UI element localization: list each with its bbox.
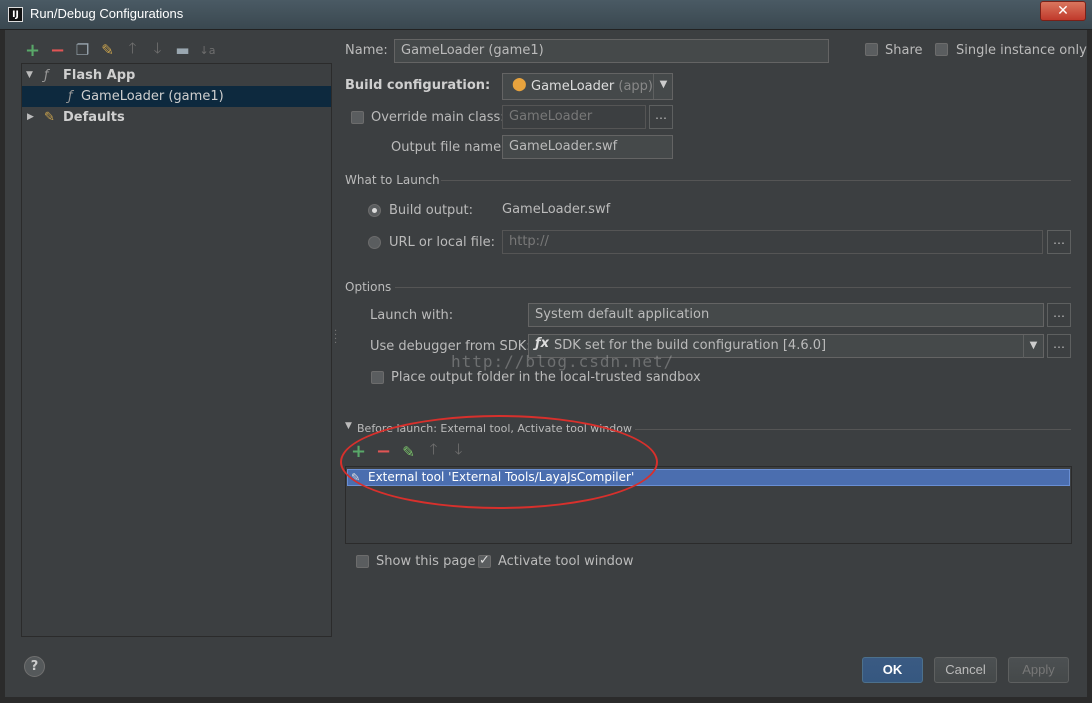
tree-item-label: GameLoader (game1) (81, 89, 224, 104)
launch-with-input[interactable]: System default application (528, 303, 1044, 327)
cancel-button[interactable]: Cancel (934, 657, 997, 683)
dialog-body: + − ❐ ✎ 🡑 🡓 ▬ ↓a ▼ ƒ Flash App ƒ GameLoa… (5, 30, 1087, 697)
flex-sdk-icon: ƒx (535, 336, 550, 351)
tree-item-flash-app[interactable]: ▼ ƒ Flash App (22, 65, 331, 86)
close-button[interactable]: ✕ (1040, 1, 1086, 21)
debugger-browse-button[interactable]: … (1047, 334, 1071, 358)
what-to-launch-title: What to Launch (345, 173, 440, 187)
flash-module-icon: ⬤ (512, 77, 527, 92)
tree-item-defaults[interactable]: ▶ ✎ Defaults (22, 107, 331, 128)
override-main-input[interactable]: GameLoader (502, 105, 646, 129)
output-file-input[interactable]: GameLoader.swf (502, 135, 673, 159)
title-bar: IJ Run/Debug Configurations ✕ (0, 0, 1092, 30)
ok-button[interactable]: OK (862, 657, 923, 683)
url-browse-button[interactable]: … (1047, 230, 1071, 254)
launch-with-browse-button[interactable]: … (1047, 303, 1071, 327)
apply-button[interactable]: Apply (1008, 657, 1069, 683)
launch-with-label: Launch with: (370, 308, 454, 323)
add-icon[interactable]: + (23, 40, 42, 61)
folder-icon[interactable]: ▬ (173, 41, 192, 60)
configuration-tree[interactable]: ▼ ƒ Flash App ƒ GameLoader (game1) ▶ ✎ D… (21, 63, 332, 637)
output-file-label: Output file name: (391, 140, 506, 155)
section-divider (441, 180, 1071, 181)
override-main-label: Override main class: (371, 110, 505, 125)
activate-tool-window-label: Activate tool window (498, 554, 634, 569)
activate-tool-window-checkbox[interactable] (478, 553, 491, 568)
options-title: Options (345, 280, 392, 294)
sort-icon[interactable]: ↓a (198, 41, 217, 60)
wrench-icon: ✎ (44, 110, 55, 125)
remove-icon[interactable]: − (48, 40, 67, 61)
place-output-label: Place output folder in the local-trusted… (391, 370, 701, 385)
collapse-arrow-icon[interactable]: ▶ (27, 107, 34, 128)
share-checkbox[interactable] (865, 43, 878, 56)
copy-icon[interactable]: ❐ (73, 41, 92, 60)
edit-defaults-icon[interactable]: ✎ (98, 41, 117, 60)
tree-item-gameloader[interactable]: ƒ GameLoader (game1) (22, 86, 331, 107)
place-output-checkbox[interactable] (371, 371, 384, 384)
build-output-radio[interactable] (368, 204, 381, 217)
build-config-value: GameLoader (531, 79, 615, 94)
build-config-label: Build configuration: (345, 78, 491, 93)
override-main-checkbox[interactable] (351, 111, 364, 124)
show-page-checkbox[interactable] (356, 555, 369, 568)
splitter-handle[interactable]: · · · · (334, 327, 337, 349)
expand-arrow-icon[interactable]: ▼ (26, 65, 33, 86)
watermark-text: http://blog.csdn.net/ (451, 352, 675, 371)
section-divider (395, 287, 1071, 288)
url-label: URL or local file: (389, 235, 495, 250)
window-title: Run/Debug Configurations (30, 6, 184, 21)
name-input[interactable]: GameLoader (game1) (394, 39, 829, 63)
config-toolbar: + − ❐ ✎ 🡑 🡓 ▬ ↓a (23, 39, 217, 61)
build-config-suffix: (app) (618, 79, 653, 94)
help-button[interactable]: ? (24, 656, 45, 677)
browse-button[interactable]: … (649, 105, 673, 129)
url-input[interactable]: http:// (502, 230, 1043, 254)
build-output-label: Build output: (389, 203, 474, 218)
annotation-ellipse (340, 415, 658, 509)
show-page-label: Show this page (376, 554, 476, 569)
intellij-app-icon: IJ (8, 7, 23, 22)
build-config-combo[interactable]: GameLoader (app) (502, 73, 673, 100)
section-divider (635, 429, 1071, 430)
before-launch-collapse-icon[interactable]: ▼ (345, 421, 352, 431)
chevron-down-icon[interactable]: ▼ (1023, 335, 1043, 358)
tree-item-label: Defaults (63, 110, 125, 125)
tree-item-label: Flash App (63, 68, 136, 83)
share-label: Share (885, 43, 923, 58)
url-radio[interactable] (368, 236, 381, 249)
single-instance-checkbox[interactable] (935, 43, 948, 56)
single-instance-label: Single instance only (956, 43, 1087, 58)
build-output-value: GameLoader.swf (502, 202, 611, 217)
move-up-icon[interactable]: 🡑 (123, 39, 142, 60)
name-label: Name: (345, 43, 388, 58)
flash-icon: ƒ (44, 68, 49, 83)
flash-icon: ƒ (68, 89, 73, 104)
move-down-icon[interactable]: 🡓 (148, 39, 167, 60)
chevron-down-icon[interactable]: ▼ (653, 74, 673, 99)
